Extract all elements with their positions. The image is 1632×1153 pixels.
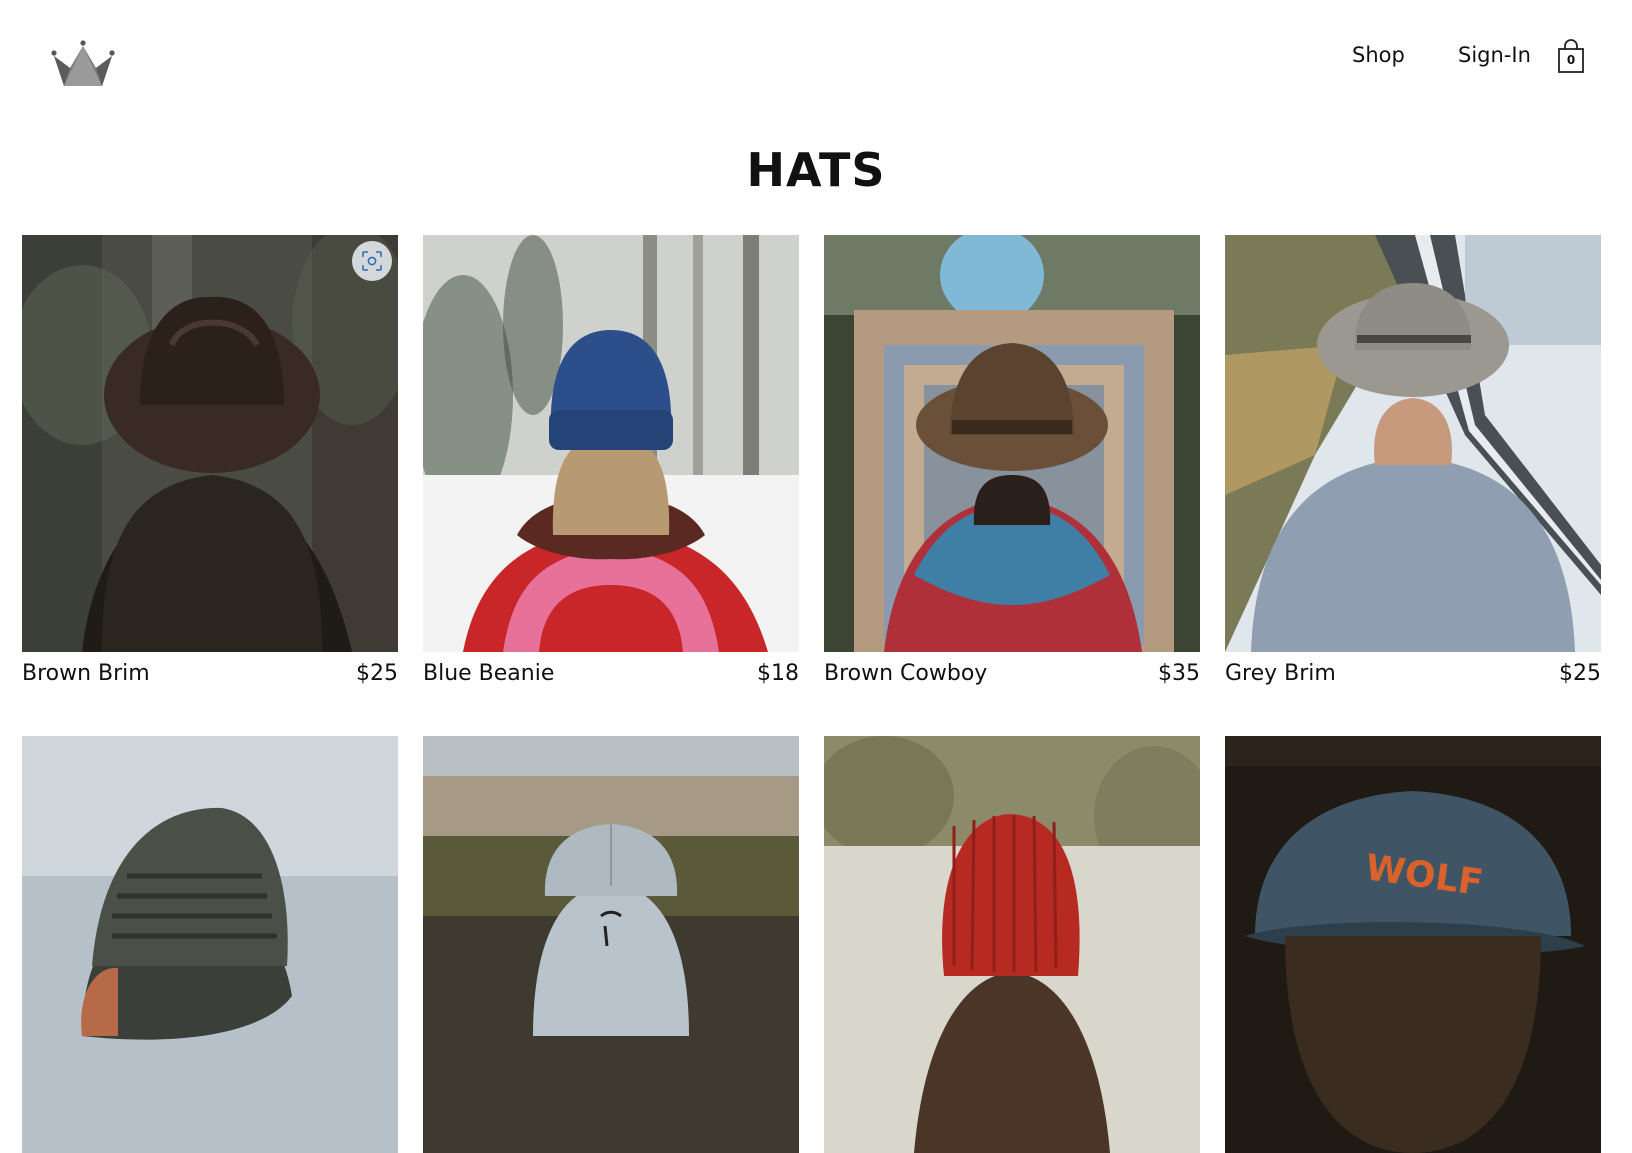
visual-search-icon[interactable]	[352, 241, 392, 281]
nav-shop-link[interactable]: Shop	[1352, 40, 1405, 70]
crown-logo-icon[interactable]	[50, 38, 116, 94]
product-price: $25	[356, 661, 398, 686]
product-name: Grey Brim	[1225, 661, 1336, 686]
product-image[interactable]	[824, 736, 1200, 1153]
product-image[interactable]	[1225, 235, 1601, 652]
product-price: $35	[1158, 661, 1200, 686]
cart-count: 0	[1566, 53, 1576, 67]
product-image[interactable]	[423, 736, 799, 1153]
site-header: Shop Sign-In 0	[0, 0, 1632, 130]
product-image[interactable]	[22, 235, 398, 652]
product-price: $18	[757, 661, 799, 686]
nav-signin-link[interactable]: Sign-In	[1458, 40, 1531, 70]
product-name: Brown Brim	[22, 661, 150, 686]
product-image[interactable]	[22, 736, 398, 1153]
product-name: Blue Beanie	[423, 661, 555, 686]
product-name: Brown Cowboy	[824, 661, 988, 686]
page-title: HATS	[746, 143, 886, 197]
product-image[interactable]	[824, 235, 1200, 652]
product-price: $25	[1559, 661, 1601, 686]
shopping-bag-icon[interactable]: 0	[1556, 38, 1586, 74]
product-image[interactable]: WOLF	[1225, 736, 1601, 1153]
product-image[interactable]	[423, 235, 799, 652]
